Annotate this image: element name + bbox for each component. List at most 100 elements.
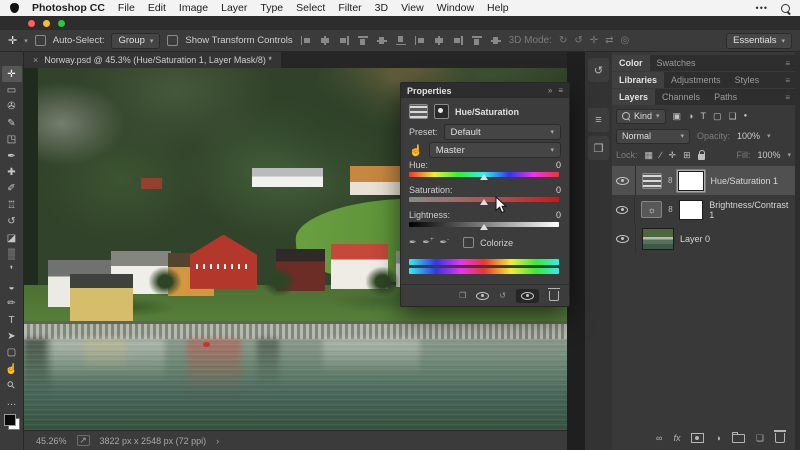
menu-window[interactable]: Window (437, 2, 474, 14)
tool-brush[interactable]: ✐ (2, 181, 22, 197)
menu-view[interactable]: View (401, 2, 424, 14)
filter-pixel-icon[interactable]: ▣ (673, 111, 682, 122)
lightness-value[interactable]: 0 (556, 210, 561, 220)
menu-layer[interactable]: Layer (221, 2, 247, 14)
align-center-icon[interactable] (320, 36, 330, 45)
distribute-center-icon[interactable] (434, 36, 444, 45)
filter-kind-dropdown[interactable]: Kind (616, 109, 666, 124)
add-mask-icon[interactable] (691, 433, 704, 443)
tab-color[interactable]: Color (612, 55, 650, 71)
tool-pen[interactable]: ✏ (2, 295, 22, 311)
layer-style-icon[interactable]: fx (673, 433, 680, 443)
delete-layer-icon[interactable] (775, 433, 785, 443)
tool-crop[interactable]: ◳ (2, 132, 22, 148)
tool-preset-chevron-icon[interactable]: ▾ (24, 37, 28, 45)
menu-help[interactable]: Help (487, 2, 509, 14)
lock-artboard-icon[interactable]: ⊞ (683, 150, 691, 161)
tab-adjustments[interactable]: Adjustments (664, 72, 728, 88)
tool-blur[interactable]: ❜ (2, 263, 22, 279)
history-panel-icon[interactable]: ↺ (588, 58, 609, 82)
filter-toggle-icon[interactable]: ● (744, 113, 748, 119)
mask-link-icon[interactable]: 8 (668, 176, 672, 185)
distribute-right-icon[interactable] (453, 36, 463, 45)
layer-name[interactable]: Hue/Saturation 1 (710, 176, 778, 186)
3d-roll-icon[interactable]: ↺ (574, 35, 582, 46)
color-swatches[interactable] (4, 414, 20, 430)
menu-3d[interactable]: 3D (375, 2, 388, 14)
align-left-icon[interactable] (301, 36, 311, 45)
new-group-icon[interactable] (732, 434, 745, 443)
menu-file[interactable]: File (118, 2, 135, 14)
tab-channels[interactable]: Channels (655, 89, 707, 105)
layer-name[interactable]: Layer 0 (680, 234, 710, 244)
color-panel-menu-icon[interactable]: ≡ (780, 55, 795, 71)
tool-path-selection[interactable]: ➤ (2, 328, 22, 344)
tool-gradient[interactable]: ▒ (2, 246, 22, 262)
link-layers-icon[interactable]: ∞ (656, 433, 662, 443)
menubar-extra-icon[interactable]: ••• (756, 3, 768, 13)
layer-visibility-icon[interactable] (616, 206, 628, 214)
preset-dropdown[interactable]: Default (444, 124, 561, 140)
blend-mode-dropdown[interactable]: Normal (616, 129, 690, 144)
tab-paths[interactable]: Paths (707, 89, 744, 105)
show-transform-checkbox[interactable] (167, 35, 178, 46)
tool-history-brush[interactable]: ↺ (2, 214, 22, 230)
apple-menu-icon[interactable] (10, 3, 19, 13)
lock-position-icon[interactable]: ✛ (669, 150, 677, 161)
tab-styles[interactable]: Styles (728, 72, 767, 88)
eyedropper-subtract-icon[interactable]: ✒- (440, 237, 450, 248)
toggle-visibility-button[interactable] (516, 289, 539, 303)
lock-all-icon[interactable] (698, 154, 705, 160)
tool-eyedropper[interactable]: ✒ (2, 148, 22, 164)
menu-image[interactable]: Image (179, 2, 208, 14)
tool-hand[interactable]: ☝ (2, 361, 22, 377)
colorize-checkbox[interactable] (463, 237, 474, 248)
saturation-slider-thumb[interactable] (480, 199, 488, 205)
menu-photoshop[interactable]: Photoshop CC (32, 2, 105, 14)
tab-libraries[interactable]: Libraries (612, 72, 664, 88)
saturation-slider[interactable] (409, 197, 559, 202)
tab-swatches[interactable]: Swatches (650, 55, 703, 71)
channel-dropdown[interactable]: Master (429, 142, 561, 158)
device-preview-panel-icon[interactable]: ❒ (588, 136, 609, 160)
opacity-chevron-icon[interactable]: ▾ (767, 132, 771, 140)
tool-clone-stamp[interactable]: ♖ (2, 197, 22, 213)
tool-rectangle[interactable]: ▢ (2, 345, 22, 361)
layer-visibility-icon[interactable] (616, 235, 629, 243)
align-right-icon[interactable] (339, 36, 349, 45)
eyedropper-add-icon[interactable]: ✒+ (423, 237, 434, 248)
3d-orbit-icon[interactable]: ↻ (559, 35, 567, 46)
lightness-slider[interactable] (409, 222, 559, 227)
new-adjustment-layer-icon[interactable]: ◑ (715, 433, 720, 443)
3d-scale-icon[interactable]: ◎ (621, 35, 630, 46)
mask-link-icon[interactable]: 8 (668, 205, 672, 214)
distribute-left-icon[interactable] (415, 36, 425, 45)
lightness-slider-thumb[interactable] (480, 224, 488, 230)
zoom-window-button[interactable] (58, 20, 65, 27)
document-tab[interactable]: × Norway.psd @ 45.3% (Hue/Saturation 1, … (24, 52, 281, 68)
collapse-panel-icon[interactable]: » (548, 86, 552, 95)
tool-rectangular-marquee[interactable]: ▭ (2, 82, 22, 98)
layer-visibility-icon[interactable] (616, 177, 629, 185)
properties-header[interactable]: Properties » ≡ (401, 83, 569, 98)
align-bottom-icon[interactable] (396, 36, 406, 45)
minimize-window-button[interactable] (43, 20, 50, 27)
menu-select[interactable]: Select (296, 2, 325, 14)
fill-chevron-icon[interactable]: ▾ (787, 151, 791, 159)
align-middle-icon[interactable] (377, 36, 387, 45)
eyedropper-sample-icon[interactable]: ✒ (409, 237, 417, 248)
reset-adjustment-icon[interactable]: ↺ (499, 291, 506, 300)
distribute-middle-icon[interactable] (491, 36, 501, 45)
panel-menu-icon[interactable]: ≡ (558, 86, 563, 95)
layer-row-layer0[interactable]: Layer 0 (612, 224, 795, 253)
close-tab-icon[interactable]: × (33, 55, 38, 65)
3d-slide-icon[interactable]: ⇄ (605, 35, 613, 46)
layer-mask-thumbnail[interactable] (678, 171, 704, 191)
tool-type[interactable]: T (2, 312, 22, 328)
tool-eraser[interactable]: ◪ (2, 230, 22, 246)
layer-thumbnail[interactable] (642, 228, 674, 250)
layer-name[interactable]: Brightness/Contrast 1 (709, 200, 791, 220)
tool-edit-toolbar[interactable]: … (2, 394, 22, 410)
3d-pan-icon[interactable]: ✛ (590, 35, 598, 46)
filter-type-icon[interactable]: T (700, 111, 706, 121)
